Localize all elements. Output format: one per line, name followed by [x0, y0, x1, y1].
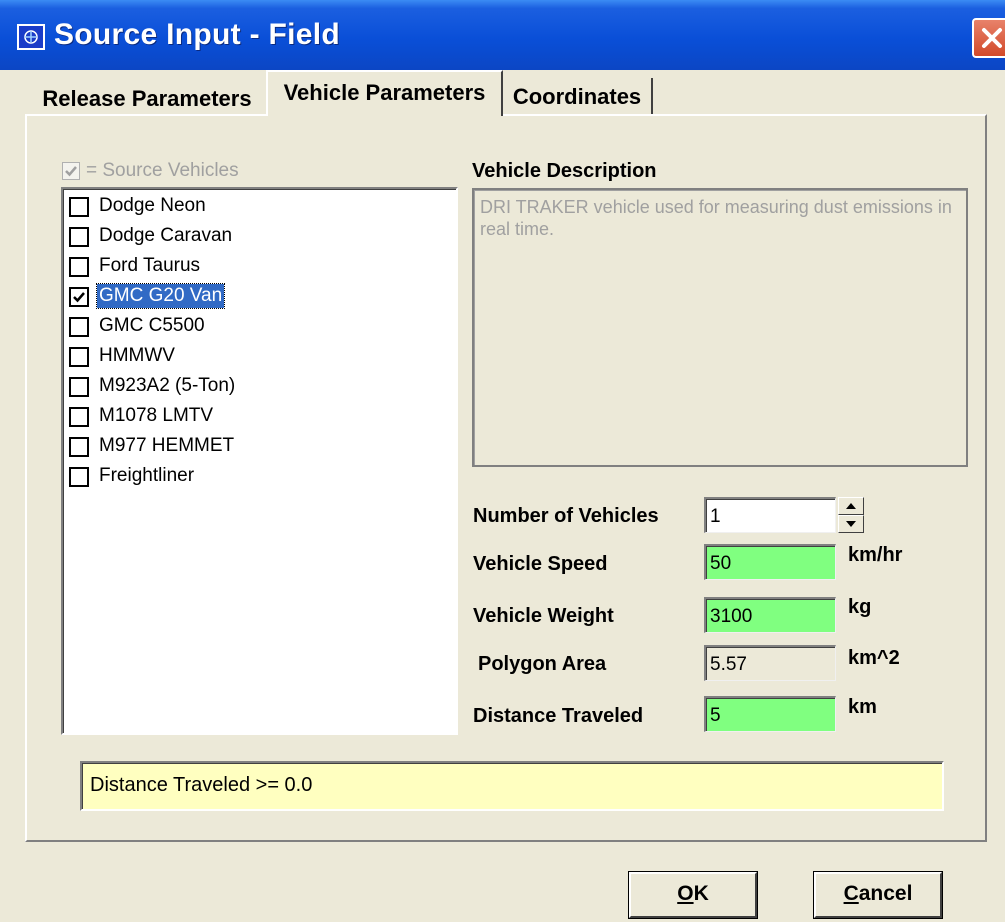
vehicle-list[interactable]: Dodge Neon Dodge Caravan Ford Taurus GMC G2… — [61, 187, 458, 735]
list-item[interactable]: Ford Taurus — [67, 253, 447, 279]
vehicle-checkbox[interactable] — [69, 317, 89, 337]
num-vehicles-spinner[interactable] — [838, 497, 864, 533]
vehicle-checkbox[interactable] — [69, 407, 89, 427]
description-text: DRI TRAKER vehicle used for measuring du… — [480, 197, 952, 239]
distance-traveled-input[interactable]: 5 — [704, 696, 836, 732]
tab-label: Coordinates — [512, 84, 642, 109]
arrow-up-icon — [846, 503, 856, 509]
list-item[interactable]: M923A2 (5-Ton) — [67, 373, 447, 399]
ok-label: K — [693, 882, 709, 905]
app-icon[interactable] — [17, 24, 45, 50]
check-icon — [65, 166, 77, 177]
tab-label: Release Parameters — [42, 86, 252, 111]
vehicle-label: Freightliner — [99, 465, 195, 486]
list-item[interactable]: GMC C5500 — [67, 313, 447, 339]
vehicle-checkbox[interactable] — [69, 467, 89, 487]
status-message: Distance Traveled >= 0.0 — [90, 774, 313, 796]
status-box: Distance Traveled >= 0.0 — [80, 761, 944, 811]
vehicle-checkbox[interactable] — [69, 287, 89, 307]
tab-vehicle-parameters[interactable]: Vehicle Parameters — [266, 70, 503, 116]
polygon-area-field: 5.57 — [704, 645, 836, 681]
cancel-accelerator: C — [843, 882, 859, 905]
polygon-area-unit: km^2 — [848, 647, 900, 669]
num-vehicles-label: Number of Vehicles — [473, 505, 659, 527]
cancel-label: ancel — [858, 882, 913, 905]
list-item[interactable]: Freightliner — [67, 463, 447, 489]
arrow-down-icon — [846, 521, 856, 527]
legend-checkbox — [62, 162, 80, 180]
vehicle-label: M1078 LMTV — [99, 405, 214, 426]
vehicle-checkbox[interactable] — [69, 377, 89, 397]
vehicle-checkbox[interactable] — [69, 227, 89, 247]
vehicle-checkbox[interactable] — [69, 347, 89, 367]
tab-release-parameters[interactable]: Release Parameters — [28, 78, 266, 114]
ok-accelerator: O — [677, 882, 694, 905]
cancel-button[interactable]: Cancel — [814, 872, 942, 918]
list-item[interactable]: M977 HEMMET — [67, 433, 447, 459]
check-icon — [73, 292, 85, 303]
distance-traveled-label: Distance Traveled — [473, 705, 644, 727]
close-button[interactable] — [972, 18, 1005, 58]
vehicle-speed-input[interactable]: 50 — [704, 544, 836, 580]
list-item[interactable]: HMMWV — [67, 343, 447, 369]
vehicle-weight-input[interactable]: 3100 — [704, 597, 836, 633]
vehicle-checkbox[interactable] — [69, 437, 89, 457]
vehicle-weight-unit: kg — [848, 596, 872, 618]
list-item[interactable]: Dodge Neon — [67, 193, 447, 219]
vehicle-label: M977 HEMMET — [99, 435, 235, 456]
description-box: DRI TRAKER vehicle used for measuring du… — [472, 188, 968, 467]
tab-label: Vehicle Parameters — [283, 80, 486, 105]
description-heading: Vehicle Description — [472, 160, 657, 182]
distance-traveled-unit: km — [848, 696, 877, 718]
vehicle-checkbox[interactable] — [69, 257, 89, 277]
vehicle-checkbox[interactable] — [69, 197, 89, 217]
spin-up-button[interactable] — [838, 497, 864, 515]
vehicle-label: Ford Taurus — [99, 255, 201, 276]
vehicle-speed-label: Vehicle Speed — [473, 553, 608, 575]
list-item[interactable]: Dodge Caravan — [67, 223, 447, 249]
list-item[interactable]: M1078 LMTV — [67, 403, 447, 429]
vehicle-label: GMC C5500 — [99, 315, 205, 336]
num-vehicles-input[interactable]: 1 — [704, 497, 836, 533]
vehicle-label: Dodge Neon — [99, 195, 206, 216]
vehicle-label: M923A2 (5-Ton) — [99, 375, 236, 396]
vehicle-label: GMC G20 Van — [95, 283, 226, 309]
vehicle-speed-unit: km/hr — [848, 544, 903, 566]
vehicle-weight-label: Vehicle Weight — [473, 605, 614, 627]
vehicle-label: HMMWV — [99, 345, 175, 366]
vehicle-label: Dodge Caravan — [99, 225, 233, 246]
list-item[interactable]: GMC G20 Van — [67, 283, 447, 309]
window-title: Source Input - Field — [54, 18, 341, 51]
ok-button[interactable]: OK — [629, 872, 757, 918]
legend-label: = Source Vehicles — [86, 160, 239, 181]
polygon-area-label: Polygon Area — [478, 653, 607, 675]
spin-down-button[interactable] — [838, 515, 864, 533]
title-bar[interactable]: Source Input - Field — [0, 0, 1005, 70]
tab-coordinates[interactable]: Coordinates — [503, 78, 653, 114]
